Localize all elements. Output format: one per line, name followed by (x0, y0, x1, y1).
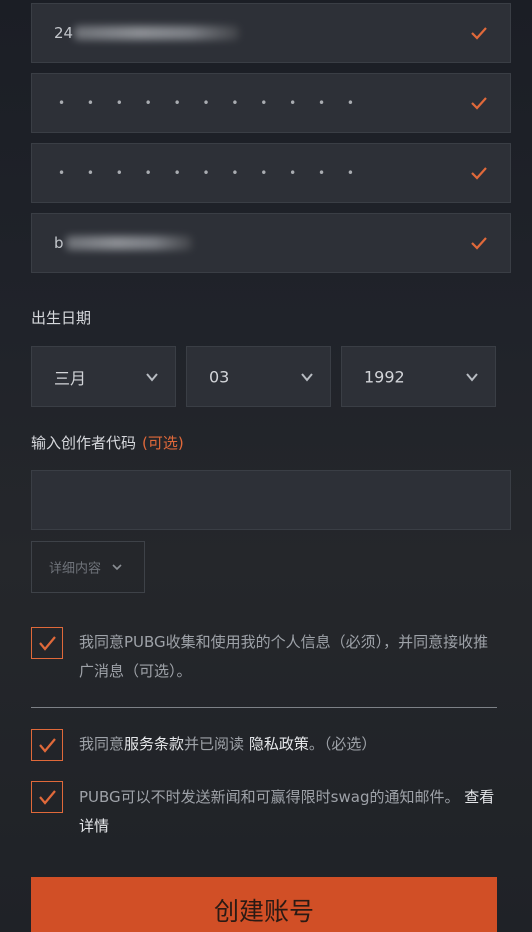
consent-text-personal-info: 我同意PUBG收集和使用我的个人信息（必须），并同意接收推广消息（可选）。 (79, 633, 489, 680)
check-icon (471, 237, 487, 250)
chevron-down-icon (146, 372, 158, 382)
month-select-value: 三月 (54, 368, 87, 388)
password-field[interactable]: • • • • • • • • • • • (31, 73, 511, 133)
confirm-password-field[interactable]: • • • • • • • • • • • (31, 143, 511, 203)
id-field[interactable]: 24 (31, 3, 511, 63)
check-icon (39, 636, 56, 651)
details-button[interactable]: 详细内容 (31, 541, 145, 593)
consent-text-terms: 我同意服务条款并已阅读 隐私政策。（必选） (79, 730, 499, 759)
chevron-down-icon (466, 372, 478, 382)
consent-checkbox-terms[interactable] (31, 729, 63, 761)
chevron-down-icon (112, 564, 122, 571)
redacted-blur (66, 236, 192, 250)
terms-middle: 并已阅读 (184, 735, 249, 753)
day-select-value: 03 (209, 367, 230, 386)
consent-checkbox-personal-info[interactable] (31, 627, 63, 659)
details-button-label: 详细内容 (49, 561, 102, 577)
privacy-policy-link[interactable]: 隐私政策 (249, 735, 309, 753)
terms-prefix: 我同意 (79, 735, 125, 753)
month-select[interactable]: 三月 (31, 346, 176, 407)
check-icon (471, 97, 487, 110)
check-icon (39, 790, 56, 805)
terms-of-service-link[interactable]: 服务条款 (124, 735, 184, 753)
chevron-down-icon (301, 372, 313, 382)
birthdate-label: 出生日期 (31, 309, 92, 327)
check-icon (471, 27, 487, 40)
year-select-value: 1992 (364, 367, 405, 386)
name-field[interactable]: b (31, 213, 511, 273)
creator-code-label: 输入创作者代码 (可选) (31, 432, 184, 453)
year-select[interactable]: 1992 (341, 346, 496, 407)
password-field-value: • • • • • • • • • • • (58, 96, 364, 110)
day-select[interactable]: 03 (186, 346, 331, 407)
consent-checkbox-newsletter[interactable] (31, 781, 63, 813)
check-icon (39, 738, 56, 753)
redacted-blur (74, 26, 239, 40)
create-account-button[interactable]: 创建账号 (31, 877, 497, 932)
divider (31, 707, 497, 708)
creator-code-label-text: 输入创作者代码 (31, 434, 137, 452)
terms-suffix: 。（必选） (308, 735, 377, 753)
check-icon (471, 167, 487, 180)
confirm-password-field-value: • • • • • • • • • • • (58, 166, 364, 180)
id-field-value: 24 (54, 24, 74, 42)
optional-tag: (可选) (142, 434, 184, 452)
consent-text-newsletter: PUBG可以不时发送新闻和可赢得限时swag的通知邮件。 查看详情 (79, 783, 499, 841)
creator-code-input[interactable] (31, 470, 511, 530)
newsletter-text: PUBG可以不时发送新闻和可赢得限时swag的通知邮件。 (79, 788, 460, 806)
name-field-value: b (54, 234, 64, 252)
